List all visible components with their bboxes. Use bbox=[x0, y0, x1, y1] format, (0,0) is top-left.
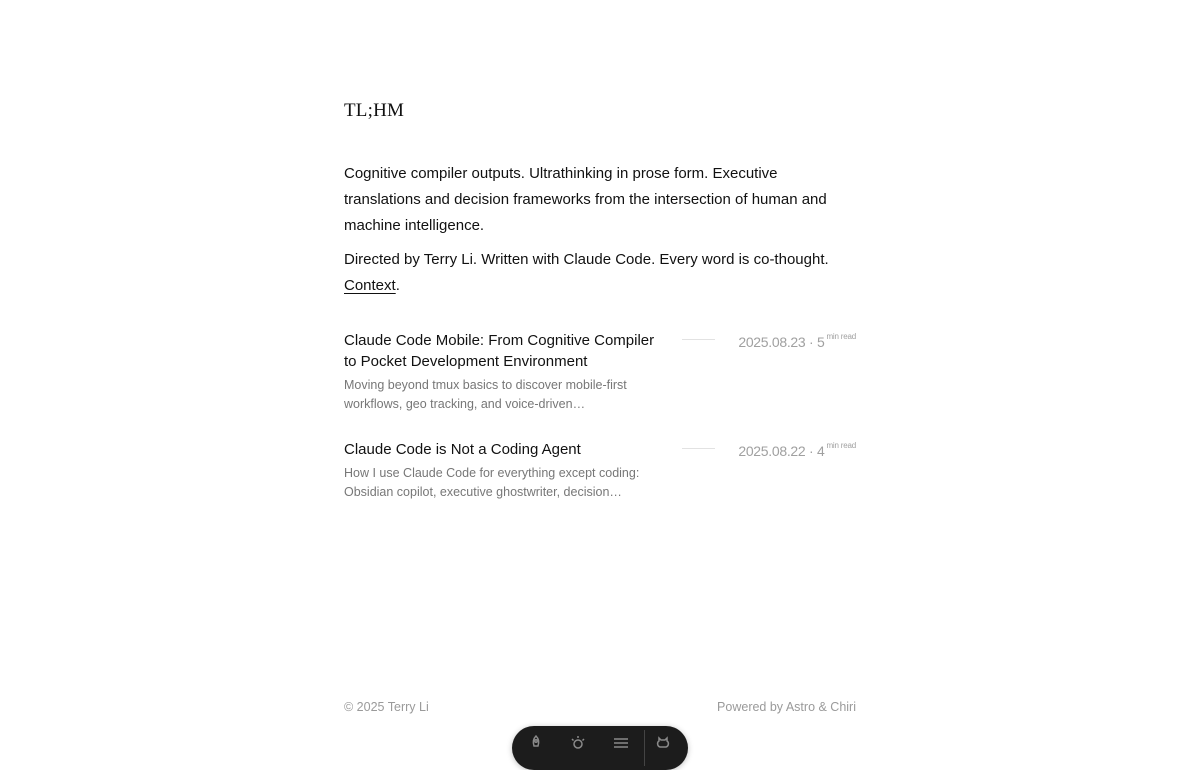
read-unit: min read bbox=[826, 332, 856, 341]
post-date: 2025.08.23 bbox=[738, 334, 806, 350]
post-main: Claude Code Mobile: From Cognitive Compi… bbox=[344, 330, 659, 414]
intro: Cognitive compiler outputs. Ultrathinkin… bbox=[344, 161, 856, 299]
read-minutes: 5 bbox=[816, 334, 825, 350]
intro-period: . bbox=[395, 277, 400, 294]
menu-icon[interactable] bbox=[607, 734, 635, 762]
meta-separator: · bbox=[809, 443, 814, 459]
intro-credit: Directed by Terry Li. Written with Claud… bbox=[344, 251, 829, 268]
read-unit: min read bbox=[826, 441, 856, 450]
rocket-icon[interactable] bbox=[522, 734, 550, 762]
dock-divider bbox=[644, 730, 645, 766]
post-title: Claude Code is Not a Coding Agent bbox=[344, 441, 581, 458]
post-meta: 2025.08.22 · 4 min read bbox=[738, 441, 856, 459]
post-excerpt: How I use Claude Code for everything exc… bbox=[344, 466, 640, 499]
post-item[interactable]: Claude Code is Not a Coding Agent How I … bbox=[344, 439, 856, 548]
read-minutes: 4 bbox=[816, 443, 825, 459]
intro-paragraph-2: Directed by Terry Li. Written with Claud… bbox=[344, 247, 856, 299]
site-title[interactable]: TL;HM bbox=[344, 99, 404, 123]
post-item[interactable]: Claude Code Mobile: From Cognitive Compi… bbox=[344, 330, 856, 439]
post-divider bbox=[682, 448, 715, 449]
post-main: Claude Code is Not a Coding Agent How I … bbox=[344, 439, 659, 502]
post-title: Claude Code Mobile: From Cognitive Compi… bbox=[344, 332, 655, 370]
copyright: © 2025 Terry Li bbox=[344, 700, 429, 714]
post-divider bbox=[682, 339, 715, 340]
context-link[interactable]: Context bbox=[344, 277, 396, 294]
floating-dock bbox=[512, 726, 688, 770]
post-excerpt: Moving beyond tmux basics to discover mo… bbox=[344, 378, 627, 411]
intro-paragraph-1: Cognitive compiler outputs. Ultrathinkin… bbox=[344, 165, 827, 234]
post-meta: 2025.08.23 · 5 min read bbox=[738, 332, 856, 350]
github-icon[interactable] bbox=[649, 734, 677, 762]
post-date: 2025.08.22 bbox=[738, 443, 806, 459]
post-list: Claude Code Mobile: From Cognitive Compi… bbox=[344, 330, 856, 548]
meta-separator: · bbox=[809, 334, 814, 350]
powered-by[interactable]: Powered by Astro & Chiri bbox=[717, 700, 856, 714]
theme-icon[interactable] bbox=[564, 734, 592, 762]
